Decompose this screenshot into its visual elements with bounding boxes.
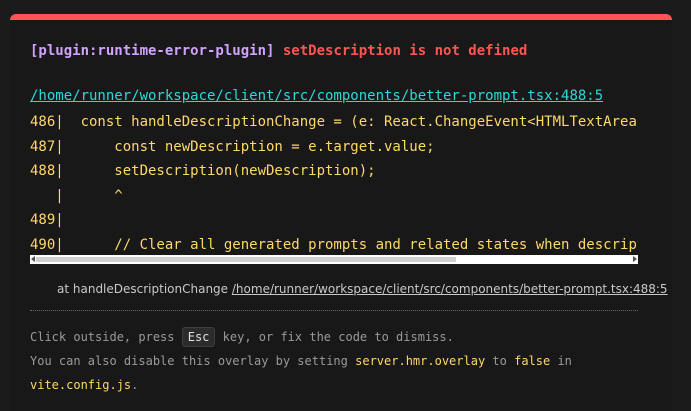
scrollbar-thumb[interactable] xyxy=(36,257,456,262)
stack-file-link[interactable]: /home/runner/workspace/client/src/compon… xyxy=(232,282,668,296)
tip-line-3: vite.config.js. xyxy=(30,373,572,397)
tip-line-2: You can also disable this overlay by set… xyxy=(30,349,572,373)
code-line: | ^ xyxy=(30,187,123,204)
code-frame: 486| const handleDescriptionChange = (e:… xyxy=(30,110,638,254)
error-overlay: [plugin:runtime-error-plugin] setDescrip… xyxy=(10,14,672,411)
tip-text: key, or fix the code to dismiss. xyxy=(222,330,454,344)
error-header: [plugin:runtime-error-plugin] setDescrip… xyxy=(30,43,527,59)
tip-text: Click outside, press xyxy=(30,330,175,344)
divider xyxy=(30,310,638,311)
error-message: setDescription is not defined xyxy=(282,43,528,59)
code-line: 487| const newDescription = e.target.val… xyxy=(30,138,435,155)
tip-text: You can also disable this overlay by set… xyxy=(30,354,348,368)
horizontal-scrollbar[interactable] xyxy=(30,255,638,264)
code-line: 490| // Clear all generated prompts and … xyxy=(30,236,638,253)
tip-text: in xyxy=(557,354,572,368)
setting-value: false xyxy=(514,354,551,368)
code-line: 489| xyxy=(30,212,64,228)
code-line: 486| const handleDescriptionChange = (e:… xyxy=(30,114,638,130)
error-file-link[interactable]: /home/runner/workspace/client/src/compon… xyxy=(30,88,603,104)
config-file: vite.config.js xyxy=(30,378,132,392)
tip-text: to xyxy=(492,354,507,368)
scroll-right-icon[interactable] xyxy=(633,256,637,262)
plugin-name: [plugin:runtime-error-plugin] xyxy=(30,43,275,59)
stack-trace: at handleDescriptionChange /home/runner/… xyxy=(57,282,668,296)
code-line: 488| setDescription(newDescription); xyxy=(30,163,376,179)
scroll-left-icon[interactable] xyxy=(31,256,35,262)
tip-text: . xyxy=(131,378,139,392)
setting-name: server.hmr.overlay xyxy=(355,354,486,368)
stack-prefix: at handleDescriptionChange xyxy=(57,282,229,296)
tip-line-1: Click outside, press Esc key, or fix the… xyxy=(30,325,572,349)
esc-key: Esc xyxy=(181,327,216,347)
dismiss-tip: Click outside, press Esc key, or fix the… xyxy=(30,325,572,397)
